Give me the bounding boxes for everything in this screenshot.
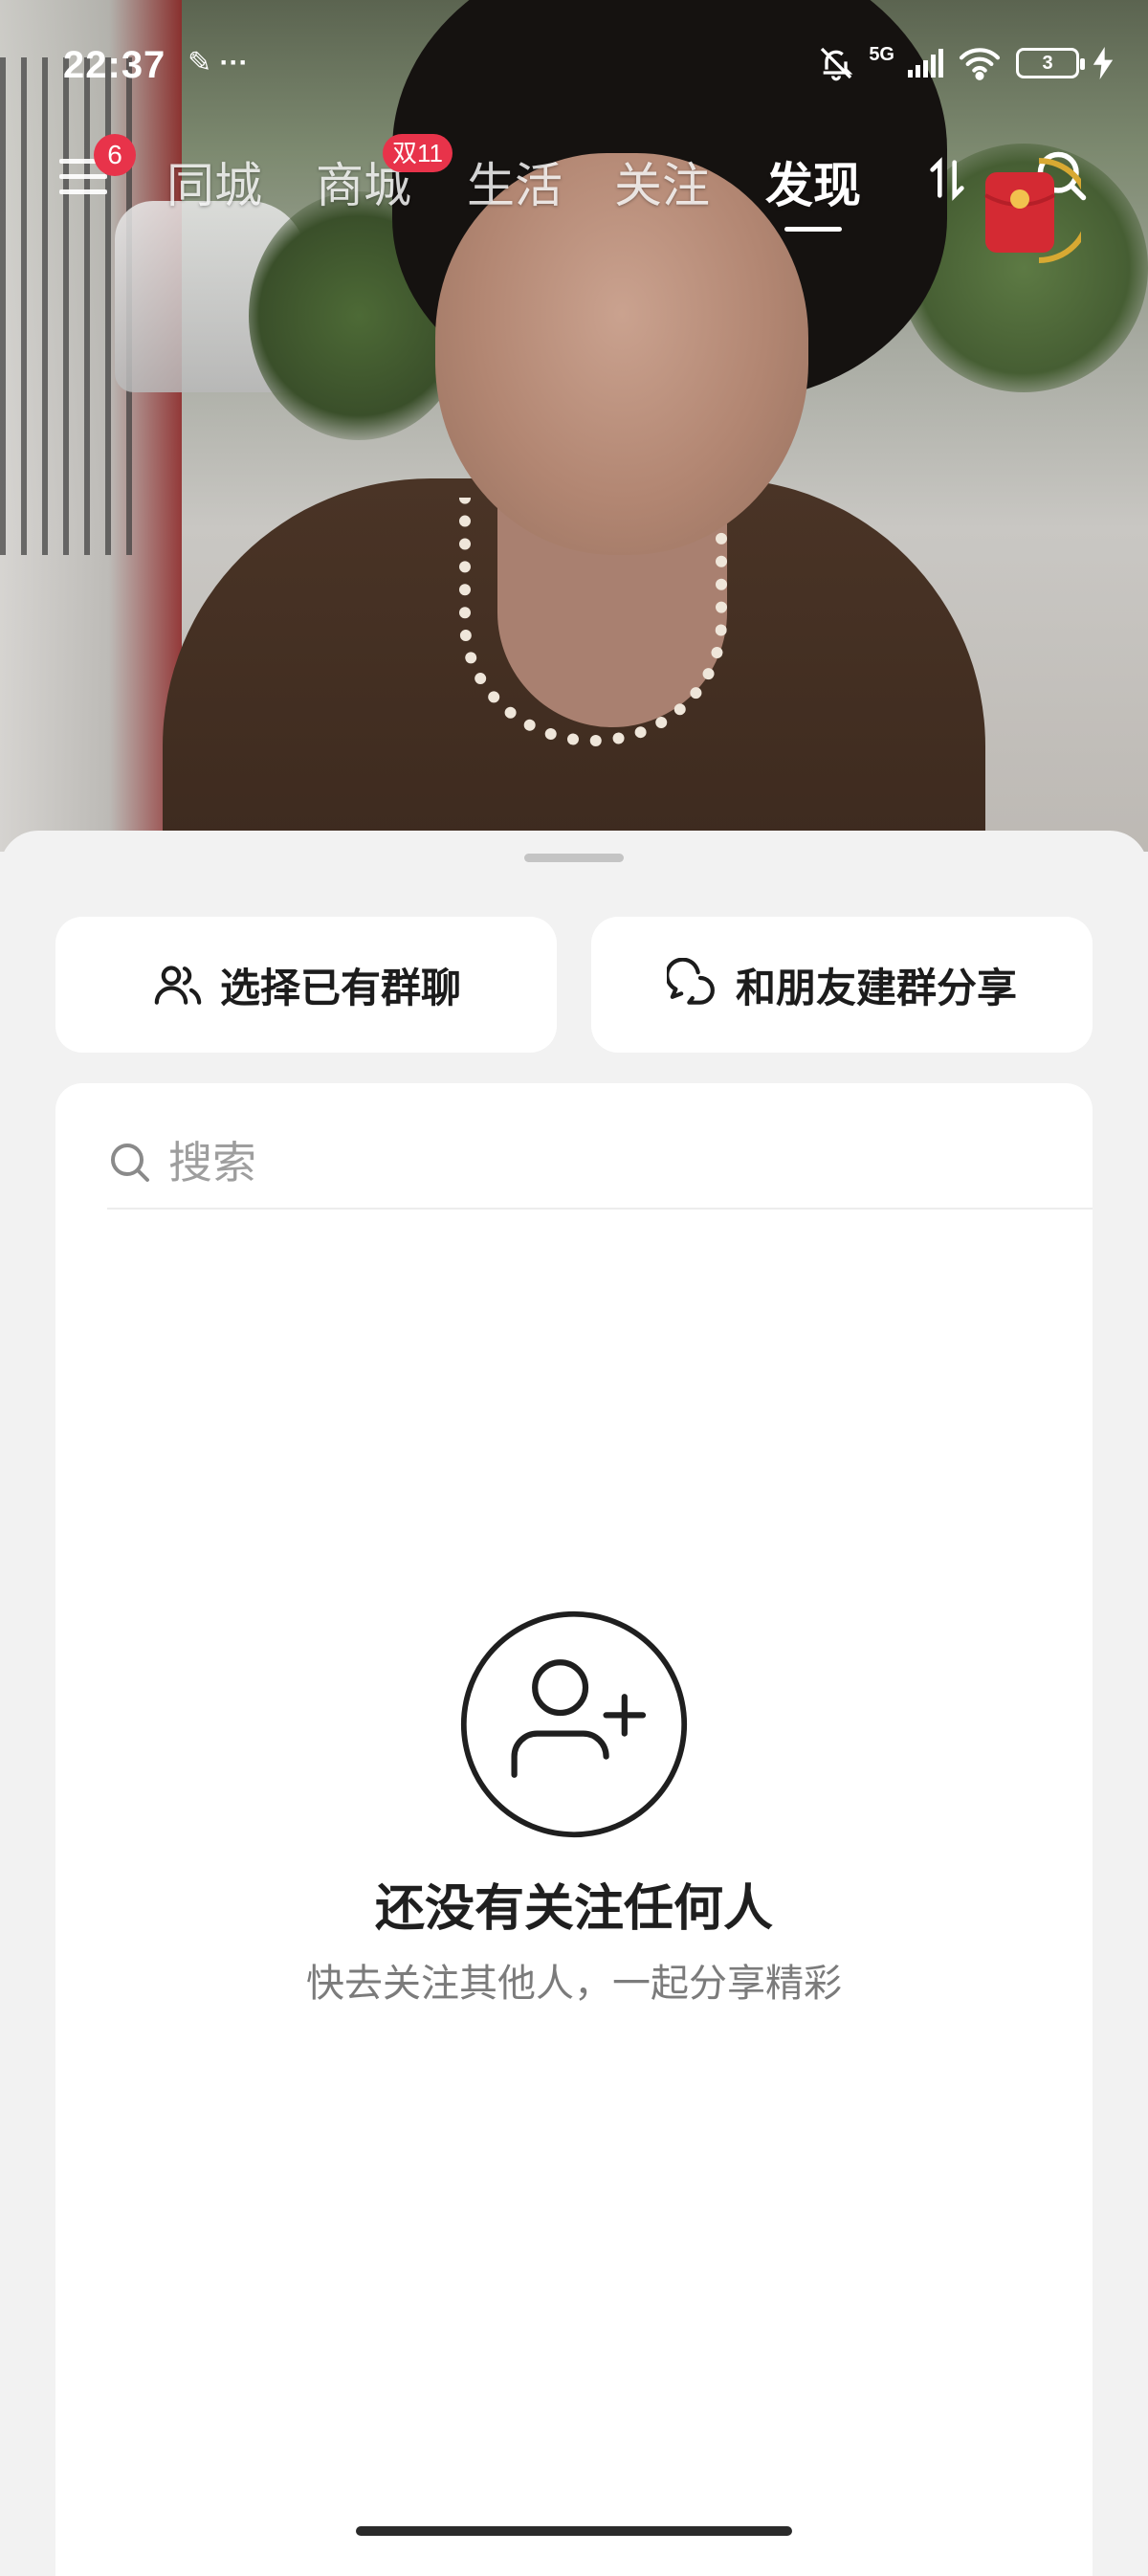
battery-level: 3 [1042, 52, 1053, 74]
chat-bubbles-icon [666, 958, 715, 1005]
select-group-chat-button[interactable]: 选择已有群聊 [55, 917, 557, 1053]
status-extra-icons: ✎ ··· [188, 47, 249, 78]
create-group-share-button[interactable]: 和朋友建群分享 [591, 917, 1093, 1053]
tab-life[interactable]: 生活 [467, 147, 563, 216]
status-right-group: 5G 3 [817, 44, 1114, 82]
search-icon [111, 1144, 149, 1182]
tab-discover[interactable]: 发现 [765, 147, 861, 232]
status-bar: 22:37 ✎ ··· 5G 3 [0, 0, 1148, 134]
wifi-icon [959, 48, 1001, 80]
create-group-share-label: 和朋友建群分享 [735, 965, 1017, 1010]
menu-badge: 6 [94, 134, 136, 176]
tab-local[interactable]: 同城 [166, 147, 262, 216]
group-users-icon [154, 966, 202, 1005]
status-time: 22:37 [63, 44, 166, 86]
add-person-icon [460, 1610, 688, 1838]
charging-icon [1093, 47, 1114, 79]
mute-bell-icon [821, 47, 853, 81]
network-type: 5G [869, 44, 894, 65]
home-indicator[interactable] [356, 2526, 792, 2536]
share-sheet: 选择已有群聊 和朋友建群分享 还没有关注任何人 快去关注其他人，一起分享精彩 [0, 831, 1148, 2576]
mall-badge: 双11 [383, 134, 453, 172]
red-packet-icon[interactable] [966, 153, 1081, 268]
select-group-chat-label: 选择已有群聊 [219, 965, 461, 1010]
empty-state-title: 还没有关注任何人 [374, 1881, 773, 1937]
contacts-card: 还没有关注任何人 快去关注其他人，一起分享精彩 [55, 1083, 1093, 2576]
signal-icon [908, 49, 943, 78]
sort-icon[interactable] [928, 155, 966, 203]
search-bar[interactable] [107, 1118, 1093, 1210]
search-input[interactable] [166, 1136, 840, 1189]
tab-following[interactable]: 关注 [614, 147, 710, 216]
empty-state-subtitle: 快去关注其他人，一起分享精彩 [306, 1963, 842, 2005]
sheet-drag-handle[interactable] [524, 854, 624, 862]
battery-icon: 3 [1016, 48, 1085, 78]
